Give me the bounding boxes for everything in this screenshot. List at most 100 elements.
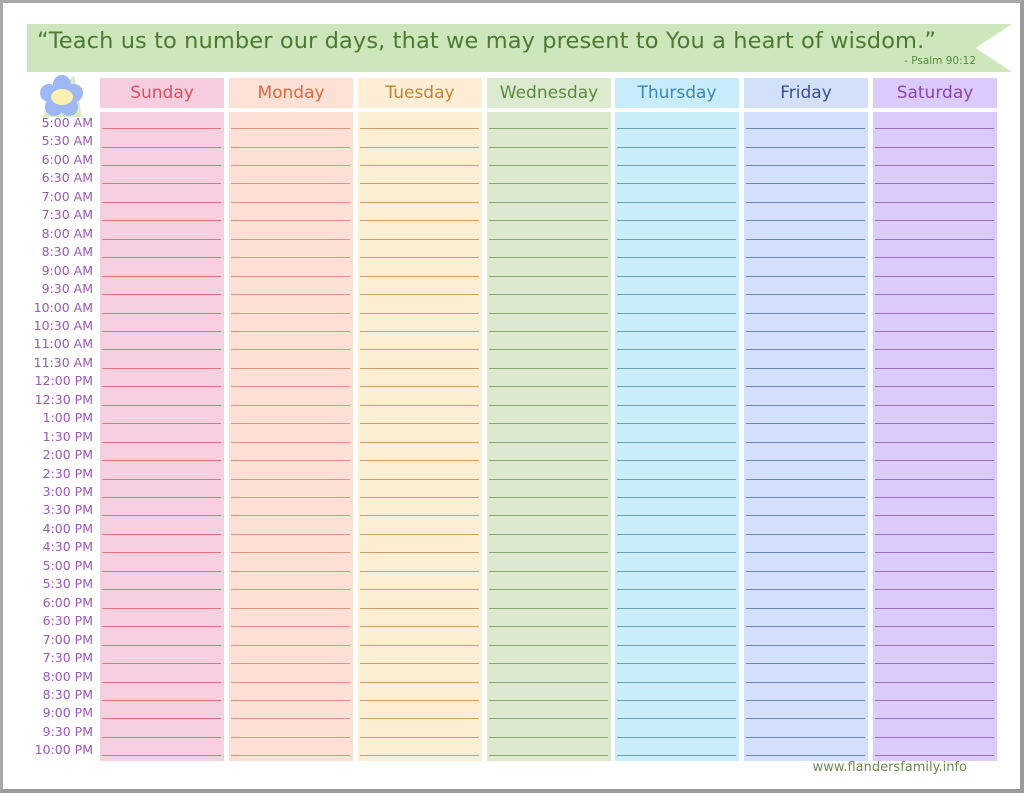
time-slot-line[interactable] xyxy=(489,238,608,240)
time-slot-line[interactable] xyxy=(875,699,994,701)
time-slot-line[interactable] xyxy=(489,570,608,572)
time-slot-line[interactable] xyxy=(102,515,221,517)
time-slot-line[interactable] xyxy=(231,164,350,166)
time-slot-line[interactable] xyxy=(875,349,994,351)
time-slot-line[interactable] xyxy=(617,607,736,609)
time-slot-line[interactable] xyxy=(875,718,994,720)
time-slot-line[interactable] xyxy=(360,128,479,129)
time-slot-line[interactable] xyxy=(617,644,736,646)
time-slot-line[interactable] xyxy=(746,736,865,738)
time-slot-line[interactable] xyxy=(360,699,479,701)
time-slot-line[interactable] xyxy=(102,146,221,148)
time-slot-line[interactable] xyxy=(360,238,479,240)
time-slot-line[interactable] xyxy=(102,128,221,129)
time-slot-line[interactable] xyxy=(617,386,736,388)
time-slot-line[interactable] xyxy=(231,404,350,406)
time-slot-line[interactable] xyxy=(617,663,736,664)
time-slot-line[interactable] xyxy=(489,386,608,388)
time-slot-line[interactable] xyxy=(102,663,221,664)
time-slot-line[interactable] xyxy=(617,128,736,129)
time-slot-line[interactable] xyxy=(489,423,608,425)
time-slot-line[interactable] xyxy=(489,736,608,738)
time-slot-line[interactable] xyxy=(231,478,350,480)
time-slot-line[interactable] xyxy=(360,164,479,166)
time-slot-line[interactable] xyxy=(231,699,350,701)
time-slot-line[interactable] xyxy=(231,257,350,259)
time-slot-line[interactable] xyxy=(746,238,865,240)
time-slot-line[interactable] xyxy=(746,312,865,314)
time-slot-line[interactable] xyxy=(746,478,865,480)
time-slot-line[interactable] xyxy=(360,294,479,295)
time-slot-line[interactable] xyxy=(875,257,994,259)
time-slot-line[interactable] xyxy=(617,146,736,148)
time-slot-line[interactable] xyxy=(617,201,736,203)
time-slot-line[interactable] xyxy=(617,220,736,222)
time-slot-line[interactable] xyxy=(231,736,350,738)
time-slot-line[interactable] xyxy=(231,201,350,203)
time-slot-line[interactable] xyxy=(489,533,608,535)
time-slot-line[interactable] xyxy=(746,644,865,646)
time-slot-line[interactable] xyxy=(231,515,350,517)
time-slot-line[interactable] xyxy=(231,294,350,295)
time-slot-line[interactable] xyxy=(746,460,865,462)
time-slot-line[interactable] xyxy=(102,330,221,332)
time-slot-line[interactable] xyxy=(875,552,994,554)
time-slot-line[interactable] xyxy=(231,460,350,462)
time-slot-line[interactable] xyxy=(875,515,994,517)
time-slot-line[interactable] xyxy=(360,367,479,369)
time-slot-line[interactable] xyxy=(746,497,865,498)
time-slot-line[interactable] xyxy=(617,460,736,462)
time-slot-line[interactable] xyxy=(617,404,736,406)
time-slot-line[interactable] xyxy=(746,589,865,591)
time-slot-line[interactable] xyxy=(875,607,994,609)
time-slot-line[interactable] xyxy=(360,404,479,406)
time-slot-line[interactable] xyxy=(102,294,221,295)
time-slot-line[interactable] xyxy=(360,570,479,572)
time-slot-line[interactable] xyxy=(231,220,350,222)
time-slot-line[interactable] xyxy=(102,626,221,628)
time-slot-line[interactable] xyxy=(360,220,479,222)
time-slot-line[interactable] xyxy=(360,386,479,388)
time-slot-line[interactable] xyxy=(360,607,479,609)
time-slot-line[interactable] xyxy=(875,644,994,646)
time-slot-line[interactable] xyxy=(875,497,994,498)
time-slot-line[interactable] xyxy=(102,183,221,185)
time-slot-line[interactable] xyxy=(102,552,221,554)
time-slot-line[interactable] xyxy=(102,497,221,498)
time-slot-line[interactable] xyxy=(102,349,221,351)
time-slot-line[interactable] xyxy=(617,626,736,628)
time-slot-line[interactable] xyxy=(875,589,994,591)
time-slot-line[interactable] xyxy=(231,497,350,498)
time-slot-line[interactable] xyxy=(489,478,608,480)
time-slot-line[interactable] xyxy=(746,220,865,222)
time-slot-line[interactable] xyxy=(489,201,608,203)
time-slot-line[interactable] xyxy=(875,146,994,148)
time-slot-line[interactable] xyxy=(617,441,736,443)
time-slot-line[interactable] xyxy=(231,146,350,148)
time-slot-line[interactable] xyxy=(746,330,865,332)
time-slot-line[interactable] xyxy=(746,755,865,757)
time-slot-line[interactable] xyxy=(360,423,479,425)
time-slot-line[interactable] xyxy=(102,257,221,259)
time-slot-line[interactable] xyxy=(875,367,994,369)
time-slot-line[interactable] xyxy=(617,699,736,701)
time-slot-line[interactable] xyxy=(231,681,350,683)
time-slot-line[interactable] xyxy=(102,164,221,166)
time-slot-line[interactable] xyxy=(617,367,736,369)
time-slot-line[interactable] xyxy=(231,552,350,554)
time-slot-line[interactable] xyxy=(875,441,994,443)
time-slot-line[interactable] xyxy=(489,626,608,628)
time-slot-line[interactable] xyxy=(746,146,865,148)
time-slot-line[interactable] xyxy=(746,570,865,572)
time-slot-line[interactable] xyxy=(231,441,350,443)
time-slot-line[interactable] xyxy=(617,349,736,351)
time-slot-line[interactable] xyxy=(102,238,221,240)
time-slot-line[interactable] xyxy=(360,552,479,554)
time-slot-line[interactable] xyxy=(489,497,608,498)
time-slot-line[interactable] xyxy=(231,386,350,388)
time-slot-line[interactable] xyxy=(746,404,865,406)
time-slot-line[interactable] xyxy=(617,497,736,498)
time-slot-line[interactable] xyxy=(489,146,608,148)
time-slot-line[interactable] xyxy=(875,238,994,240)
time-slot-line[interactable] xyxy=(489,164,608,166)
